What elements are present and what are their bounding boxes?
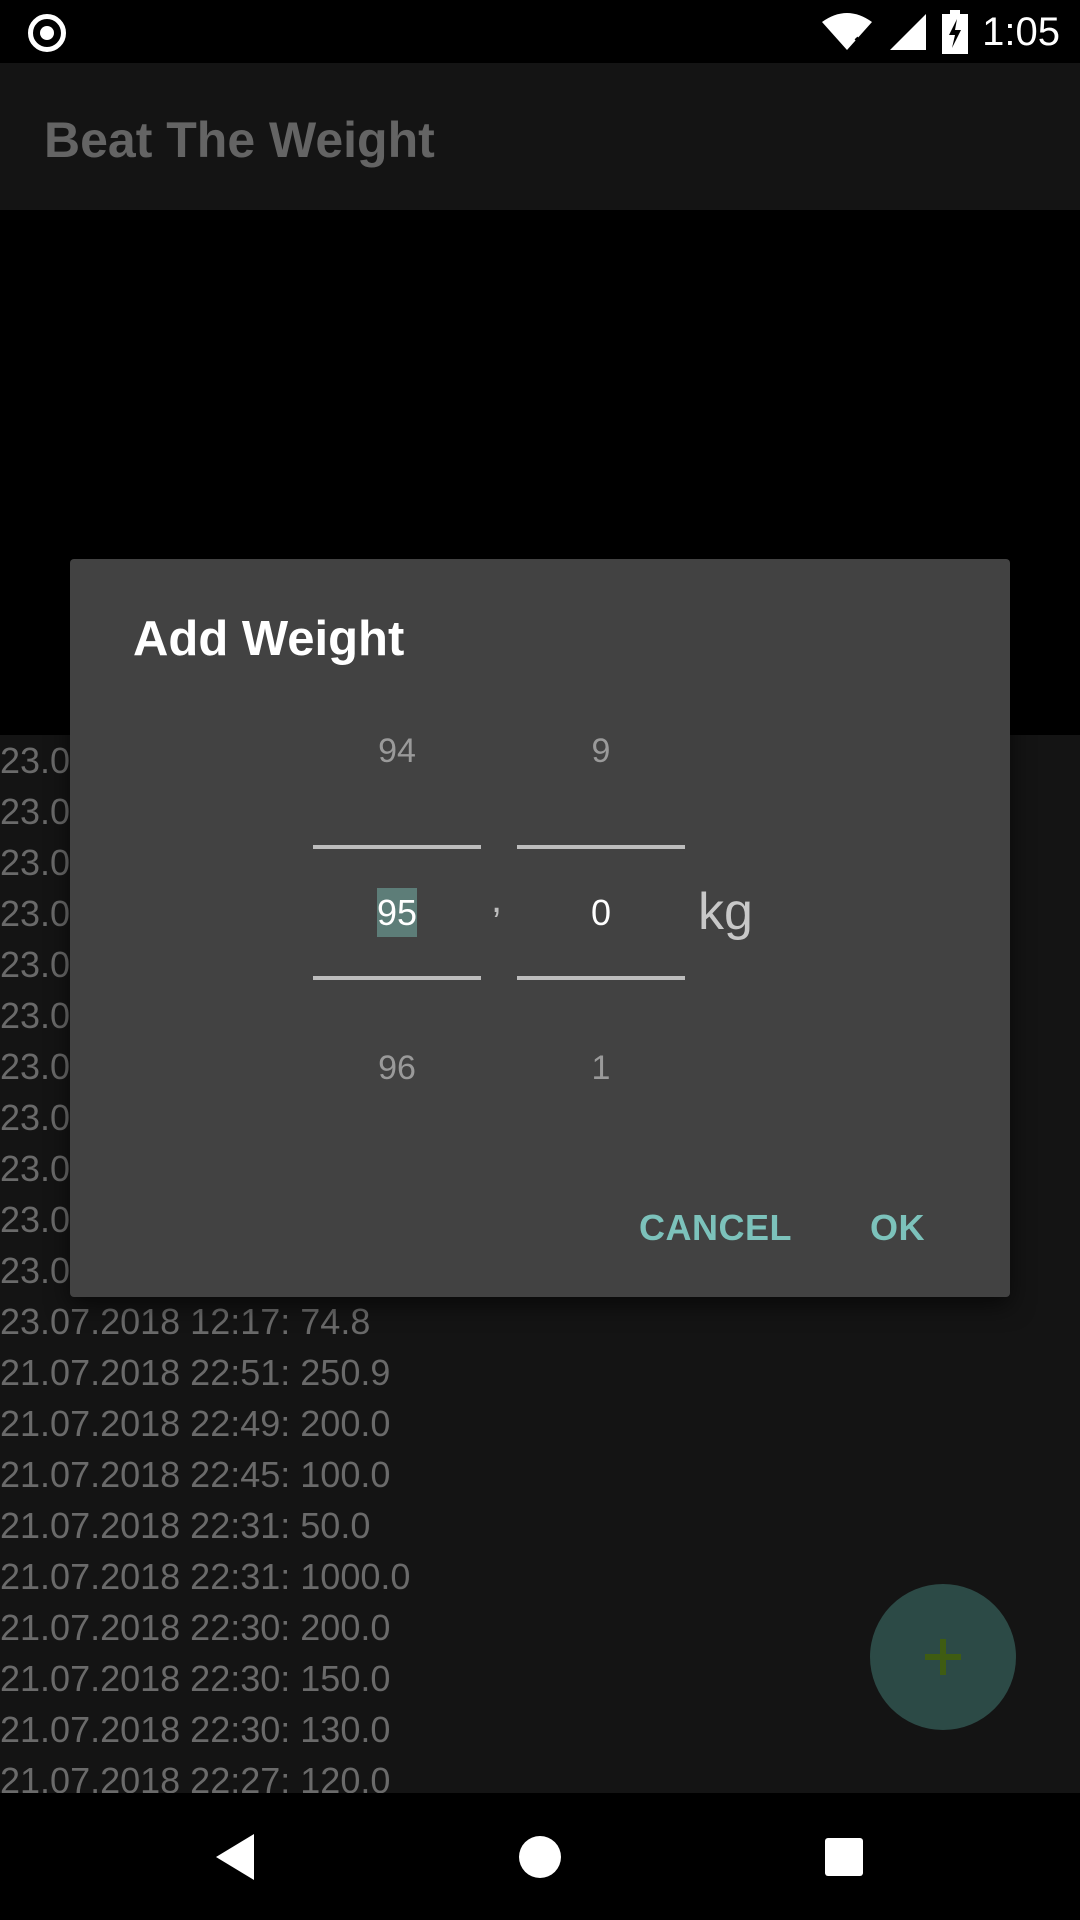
- home-button[interactable]: [510, 1827, 570, 1887]
- battery-charging-icon: [942, 10, 969, 54]
- decimal-prev-value[interactable]: 9: [517, 732, 685, 771]
- recents-icon: [825, 1838, 863, 1876]
- navigation-bar: [0, 1793, 1080, 1920]
- wifi-icon: [822, 13, 873, 50]
- back-button[interactable]: [206, 1827, 266, 1887]
- recents-button[interactable]: [814, 1827, 874, 1887]
- integer-next-value[interactable]: 96: [313, 1049, 481, 1088]
- status-time: 1:05: [982, 9, 1060, 54]
- integer-current-value[interactable]: 95: [313, 888, 481, 937]
- home-icon: [519, 1836, 561, 1878]
- list-item[interactable]: 21.07.2018 22:45: 100.0: [0, 1449, 390, 1500]
- ok-button[interactable]: OK: [870, 1207, 925, 1249]
- picker-divider: [313, 845, 481, 849]
- cancel-button[interactable]: CANCEL: [639, 1207, 792, 1249]
- list-item[interactable]: 21.07.2018 22:30: 130.0: [0, 1704, 390, 1755]
- picker-divider: [517, 976, 685, 980]
- record-icon: [28, 14, 66, 52]
- status-icons: 1:05: [820, 8, 1060, 56]
- app-bar: Beat The Weight: [0, 63, 1080, 210]
- list-item[interactable]: 21.07.2018 22:49: 200.0: [0, 1398, 390, 1449]
- list-item[interactable]: 21.07.2018 22:30: 200.0: [0, 1602, 390, 1653]
- plus-icon: [925, 1639, 961, 1675]
- app-title: Beat The Weight: [44, 112, 435, 168]
- back-icon: [216, 1834, 254, 1880]
- list-item[interactable]: 23.07.2018 12:17: 74.8: [0, 1296, 370, 1347]
- list-item[interactable]: 21.07.2018 22:30: 150.0: [0, 1653, 390, 1704]
- add-weight-fab[interactable]: [870, 1584, 1016, 1730]
- integer-prev-value[interactable]: 94: [313, 732, 481, 771]
- list-item[interactable]: 21.07.2018 22:27: 120.0: [0, 1755, 390, 1793]
- decimal-separator: ,: [491, 877, 503, 921]
- list-item[interactable]: 21.07.2018 22:31: 1000.0: [0, 1551, 410, 1602]
- dialog-title: Add Weight: [133, 612, 405, 666]
- status-bar: 1:05: [0, 0, 1080, 63]
- list-item[interactable]: 21.07.2018 22:51: 250.9: [0, 1347, 390, 1398]
- decimal-current-value[interactable]: 0: [517, 892, 685, 934]
- picker-divider: [313, 976, 481, 980]
- unit-label: kg: [698, 883, 753, 941]
- picker-divider: [517, 845, 685, 849]
- integer-selection[interactable]: 95: [376, 888, 418, 937]
- decimal-next-value[interactable]: 1: [517, 1049, 685, 1088]
- signal-icon: [890, 14, 927, 50]
- add-weight-dialog: Add Weight 94 95 96 , 9 0 1 kg CANCEL OK: [70, 559, 1010, 1297]
- list-item[interactable]: 21.07.2018 22:31: 50.0: [0, 1500, 370, 1551]
